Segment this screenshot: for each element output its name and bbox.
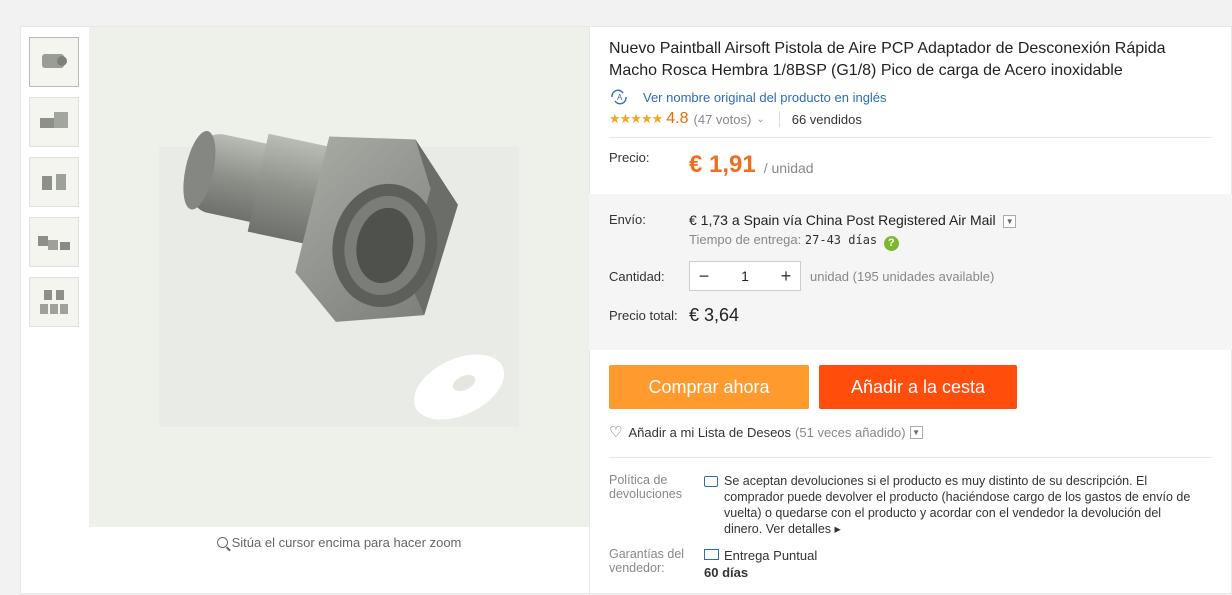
thumbnail-3[interactable]: [29, 157, 79, 207]
delivery-days: 27-43 días: [804, 233, 878, 247]
zoom-hint: Sitúa el cursor encima para hacer zoom: [89, 535, 589, 550]
price-value: € 1,91: [689, 151, 756, 178]
guarantee-text: Entrega Puntual 60 días: [704, 548, 818, 580]
guarantee-days: 60 días: [704, 565, 749, 580]
guarantee-label: Garantías del vendedor:: [609, 547, 685, 575]
return-policy-icon: [704, 476, 718, 487]
wishlist-row[interactable]: ♡ Añadir a mi Lista de Deseos (51 veces …: [609, 423, 1212, 441]
product-info: Nuevo Paintball Airsoft Pistola de Aire …: [589, 27, 1232, 581]
add-to-cart-button[interactable]: Añadir a la cesta: [819, 365, 1017, 409]
help-icon[interactable]: ?: [883, 236, 899, 251]
divider: [609, 457, 1212, 458]
quantity-stepper: − 1 +: [689, 261, 801, 291]
quantity-label: Cantidad:: [609, 268, 665, 284]
total-value: € 3,64: [689, 305, 740, 325]
separator: [778, 111, 780, 127]
thumbnail-1[interactable]: [29, 37, 79, 87]
buy-now-button[interactable]: Comprar ahora: [609, 365, 809, 409]
policy-label: Política de devoluciones: [609, 473, 682, 501]
price-label: Precio:: [609, 150, 650, 165]
votes-count[interactable]: (47 votos): [694, 112, 752, 127]
purchase-box: Envío: € 1,73 a Spain vía China Post Reg…: [589, 194, 1232, 350]
star-rating: ★★★★★: [609, 111, 663, 126]
thumbnail-5[interactable]: [29, 277, 79, 327]
price-unit: / unidad: [763, 160, 814, 176]
product-photo: [89, 27, 589, 527]
quantity-row: Cantidad: − 1 + unidad (195 unidades ava…: [609, 261, 1212, 291]
translate-icon: A: [609, 89, 631, 105]
original-name-link[interactable]: A Ver nombre original del producto en in…: [609, 89, 1212, 105]
decrease-button[interactable]: −: [690, 266, 718, 287]
shipping-value: € 1,73 a Spain vía China Post Registered…: [689, 212, 996, 228]
wishlist-dropdown-icon[interactable]: ▼: [909, 425, 923, 439]
return-policy: Política de devoluciones Se aceptan devo…: [609, 473, 1212, 537]
rating-score: 4.8: [666, 110, 689, 127]
seller-guarantee: Garantías del vendedor: Entrega Puntual …: [609, 547, 1212, 581]
delivery-time: Tiempo de entrega: 27-43 días ?: [689, 232, 1016, 251]
total-row: Precio total: € 3,64: [609, 305, 1212, 326]
chevron-down-icon[interactable]: ⌄: [756, 114, 764, 125]
wishlist-count: (51 veces añadido): [795, 424, 906, 440]
action-buttons: Comprar ahora Añadir a la cesta: [609, 365, 1212, 409]
shipping-dropdown-icon[interactable]: ▼: [1003, 215, 1017, 228]
heart-plus-icon: ♡: [609, 424, 623, 441]
wishlist-link[interactable]: Añadir a mi Lista de Deseos: [628, 425, 791, 440]
view-details-link[interactable]: Ver detalles ▸: [766, 522, 841, 536]
total-label: Precio total:: [609, 308, 678, 323]
product-title: Nuevo Paintball Airsoft Pistola de Aire …: [609, 40, 1166, 79]
shipping-label: Envío:: [609, 212, 646, 227]
product-page: Sitúa el cursor encima para hacer zoom N…: [20, 26, 1232, 595]
quantity-input[interactable]: 1: [718, 268, 772, 284]
thumbnail-list: [29, 37, 81, 337]
availability-text: unidad (195 unidades available): [810, 268, 995, 284]
shipping-row: Envío: € 1,73 a Spain vía China Post Reg…: [609, 212, 1212, 251]
svg-text:A: A: [617, 93, 623, 102]
increase-button[interactable]: +: [772, 266, 800, 287]
main-product-image[interactable]: [89, 27, 589, 527]
price-row: Precio: € 1,91 / unidad: [609, 138, 1212, 194]
rating-row: ★★★★★ 4.8 (47 votos) ⌄ 66 vendidos: [609, 109, 1212, 129]
truck-icon: [704, 549, 719, 560]
thumbnail-4[interactable]: [29, 217, 79, 267]
thumbnail-2[interactable]: [29, 97, 79, 147]
sold-count: 66 vendidos: [791, 111, 862, 127]
magnifier-icon: [216, 537, 228, 548]
policy-text: Se aceptan devoluciones si el producto e…: [724, 474, 1191, 536]
